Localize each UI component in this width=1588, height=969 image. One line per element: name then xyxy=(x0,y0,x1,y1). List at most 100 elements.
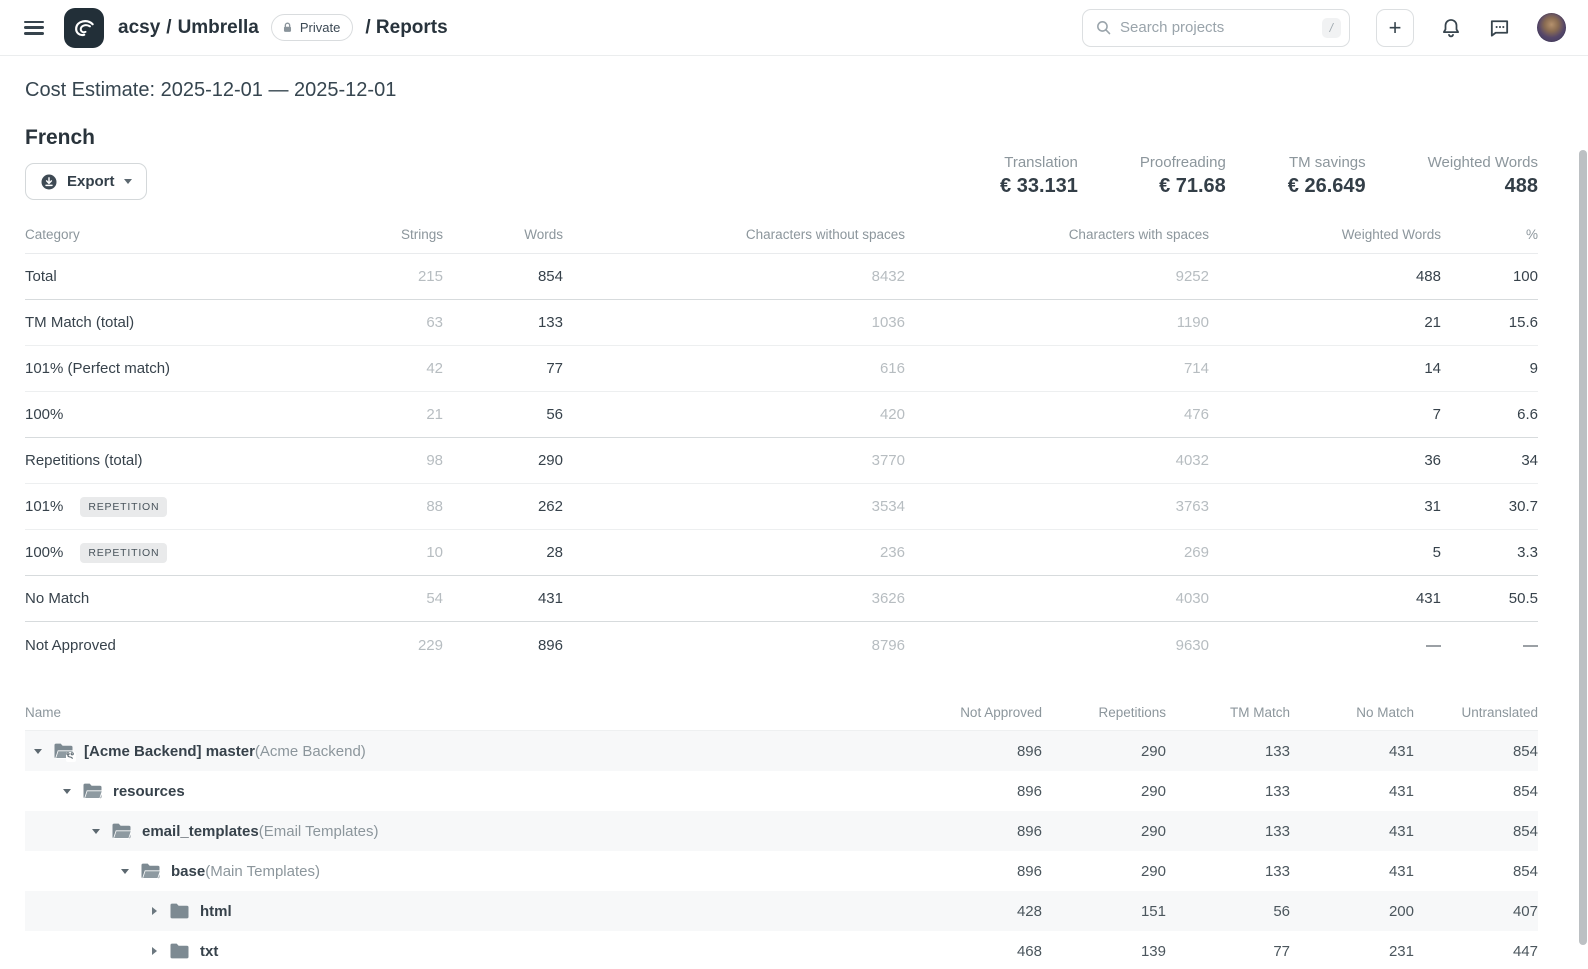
strings-value: 21 xyxy=(343,406,443,423)
stat-label: TM savings xyxy=(1288,154,1366,171)
tm-match-value: 133 xyxy=(1166,783,1290,800)
weighted-words-value: 7 xyxy=(1209,406,1441,423)
weighted-words-value: 31 xyxy=(1209,498,1441,515)
file-tree-row[interactable]: base(Main Templates) 896 290 133 431 854 xyxy=(25,851,1538,891)
user-avatar[interactable] xyxy=(1537,13,1566,42)
page-title: Cost Estimate: 2025-12-01 — 2025-12-01 xyxy=(25,79,1538,102)
untranslated-value: 854 xyxy=(1414,783,1538,800)
file-title-suffix: (Email Templates) xyxy=(259,823,379,840)
breadcrumb-page: / Reports xyxy=(365,17,447,39)
table-row: 101% REPETITION 88 262 3534 3763 31 30.7 xyxy=(25,484,1538,530)
notifications-button[interactable] xyxy=(1440,17,1462,39)
chars-without-spaces-value: 1036 xyxy=(563,314,905,331)
app-logo[interactable] xyxy=(64,8,104,48)
category-label: 100% xyxy=(25,406,63,423)
hamburger-menu-icon[interactable] xyxy=(24,21,44,35)
vertical-scrollbar[interactable] xyxy=(1579,150,1587,945)
stat-block: Weighted Words 488 xyxy=(1428,154,1538,198)
table-row: 100% REPETITION 10 28 236 269 5 3.3 xyxy=(25,530,1538,576)
words-value: 290 xyxy=(443,452,563,469)
chars-without-spaces-value: 3770 xyxy=(563,452,905,469)
tree-expander-icon[interactable] xyxy=(91,829,101,834)
file-title-suffix: (Acme Backend) xyxy=(255,743,366,760)
not-approved-value: 896 xyxy=(918,743,1042,760)
col-header-category: Category xyxy=(25,227,343,242)
col-header-chars-with-spaces: Characters with spaces xyxy=(905,227,1209,242)
file-name: email_templates xyxy=(142,823,259,840)
weighted-words-value: 14 xyxy=(1209,360,1441,377)
col-header-not-approved: Not Approved xyxy=(918,705,1042,720)
tm-match-value: 133 xyxy=(1166,743,1290,760)
strings-value: 215 xyxy=(343,268,443,285)
folder-icon xyxy=(53,742,74,760)
create-project-button[interactable]: + xyxy=(1376,9,1414,47)
category-label: 101% (Perfect match) xyxy=(25,360,170,377)
strings-value: 10 xyxy=(343,544,443,561)
repetition-badge: REPETITION xyxy=(80,543,167,563)
category-label: TM Match (total) xyxy=(25,314,134,331)
tree-expander-icon[interactable] xyxy=(33,749,43,754)
category-label: No Match xyxy=(25,590,89,607)
search-shortcut-key: / xyxy=(1322,18,1341,38)
weighted-words-value: — xyxy=(1209,637,1441,654)
tree-expander-icon[interactable] xyxy=(149,947,159,955)
percent-value: 100 xyxy=(1441,268,1538,285)
table-row: Not Approved 229 896 8796 9630 — — xyxy=(25,622,1538,668)
weighted-words-value: 431 xyxy=(1209,590,1441,607)
branch-badge-icon xyxy=(66,752,76,762)
category-label: Not Approved xyxy=(25,637,116,654)
col-header-no-match: No Match xyxy=(1290,705,1414,720)
no-match-value: 200 xyxy=(1290,903,1414,920)
repetition-badge: REPETITION xyxy=(80,497,167,517)
search-box[interactable]: / xyxy=(1082,9,1350,47)
privacy-badge-label: Private xyxy=(300,20,340,35)
cost-estimate-table: Category Strings Words Characters withou… xyxy=(25,216,1538,668)
file-name: [Acme Backend] master xyxy=(84,743,255,760)
breadcrumb-org[interactable]: acsy xyxy=(118,17,160,39)
lock-icon xyxy=(281,21,294,34)
chars-with-spaces-value: 9630 xyxy=(905,637,1209,654)
language-heading: French xyxy=(25,126,147,150)
col-header-chars-without-spaces: Characters without spaces xyxy=(563,227,905,242)
messages-button[interactable] xyxy=(1488,16,1511,39)
col-header-strings: Strings xyxy=(343,227,443,242)
breadcrumb-project[interactable]: Umbrella xyxy=(178,17,259,39)
stat-label: Proofreading xyxy=(1140,154,1226,171)
words-value: 854 xyxy=(443,268,563,285)
table-row: 101% (Perfect match) 42 77 616 714 14 9 xyxy=(25,346,1538,392)
export-button[interactable]: Export xyxy=(25,163,147,200)
strings-value: 54 xyxy=(343,590,443,607)
file-tree-row[interactable]: [Acme Backend] master(Acme Backend) 896 … xyxy=(25,731,1538,771)
not-approved-value: 468 xyxy=(918,943,1042,960)
chars-with-spaces-value: 714 xyxy=(905,360,1209,377)
file-tree-row[interactable]: html 428 151 56 200 407 xyxy=(25,891,1538,931)
strings-value: 98 xyxy=(343,452,443,469)
topbar-actions: / + xyxy=(1082,9,1566,47)
strings-value: 229 xyxy=(343,637,443,654)
not-approved-value: 896 xyxy=(918,783,1042,800)
tree-expander-icon[interactable] xyxy=(120,869,130,874)
file-title-suffix: (Main Templates) xyxy=(205,863,320,880)
chars-with-spaces-value: 1190 xyxy=(905,314,1209,331)
search-input[interactable] xyxy=(1120,19,1314,36)
words-value: 431 xyxy=(443,590,563,607)
top-navigation-bar: acsy / Umbrella Private / Reports / + xyxy=(0,0,1588,56)
folder-icon xyxy=(169,902,190,920)
file-tree-row[interactable]: email_templates(Email Templates) 896 290… xyxy=(25,811,1538,851)
weighted-words-value: 5 xyxy=(1209,544,1441,561)
table-row: TM Match (total) 63 133 1036 1190 21 15.… xyxy=(25,300,1538,346)
col-header-name: Name xyxy=(25,705,918,720)
chars-with-spaces-value: 269 xyxy=(905,544,1209,561)
brand-swirl-icon xyxy=(71,15,97,41)
file-tree-row[interactable]: txt 468 139 77 231 447 xyxy=(25,931,1538,969)
chars-with-spaces-value: 4030 xyxy=(905,590,1209,607)
stat-value: € 26.649 xyxy=(1288,175,1366,198)
words-value: 262 xyxy=(443,498,563,515)
language-summary-section: French Export Translation € 33.131 Proof… xyxy=(25,126,1538,200)
weighted-words-value: 21 xyxy=(1209,314,1441,331)
cost-summary-stats: Translation € 33.131 Proofreading € 71.6… xyxy=(1000,154,1538,200)
tree-expander-icon[interactable] xyxy=(149,907,159,915)
file-tree-row[interactable]: resources 896 290 133 431 854 xyxy=(25,771,1538,811)
tree-expander-icon[interactable] xyxy=(62,789,72,794)
strings-value: 88 xyxy=(343,498,443,515)
